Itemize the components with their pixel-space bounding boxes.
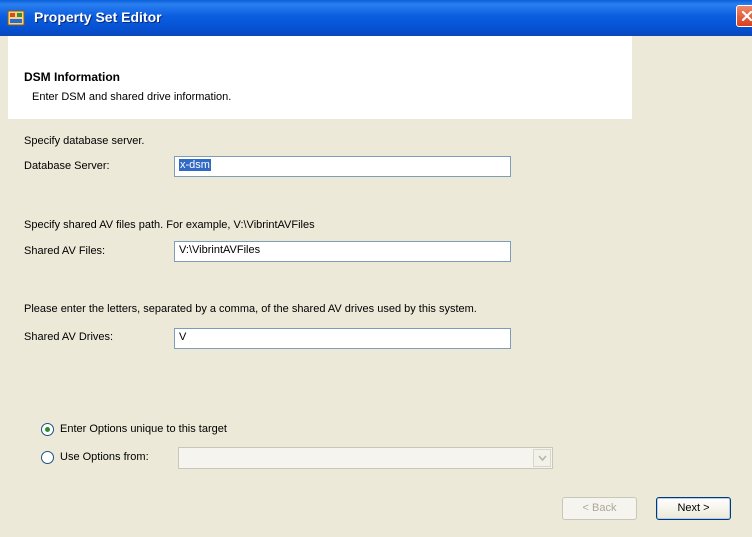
shared-files-input[interactable]: V:\VibrintAVFiles [174,241,511,262]
radio-unique-options-label[interactable]: Enter Options unique to this target [60,423,227,435]
chevron-down-icon [538,455,547,462]
app-icon [7,10,25,26]
shared-drives-input[interactable]: V [174,328,511,349]
database-instruction: Specify database server. [24,135,145,147]
radio-use-options-from[interactable] [41,451,54,464]
back-button[interactable]: < Back [562,497,637,520]
page-title: DSM Information [24,70,120,84]
close-button[interactable] [736,5,752,27]
header-panel: DSM Information Enter DSM and shared dri… [8,36,632,119]
database-server-input[interactable]: x-dsm [174,156,511,177]
radio-selected-dot [45,427,50,432]
close-icon [741,10,752,22]
shared-files-label: Shared AV Files: [24,245,106,257]
next-button[interactable]: Next > [656,497,731,520]
window-title: Property Set Editor [34,9,162,25]
database-server-label: Database Server: [24,160,110,172]
dropdown-arrow-button[interactable] [533,449,551,467]
page-subtitle: Enter DSM and shared drive information. [32,91,232,103]
shared-drives-label: Shared AV Drives: [24,331,114,343]
property-set-editor-window: Property Set Editor DSM Information Ente… [0,0,752,537]
shared-files-instruction: Specify shared AV files path. For exampl… [24,219,315,231]
radio-unique-options[interactable] [41,423,54,436]
radio-use-options-from-label[interactable]: Use Options from: [60,451,149,463]
options-from-dropdown[interactable] [178,447,553,469]
database-server-value: x-dsm [179,159,211,171]
title-bar[interactable]: Property Set Editor [0,0,752,36]
shared-drives-instruction: Please enter the letters, separated by a… [24,303,477,315]
